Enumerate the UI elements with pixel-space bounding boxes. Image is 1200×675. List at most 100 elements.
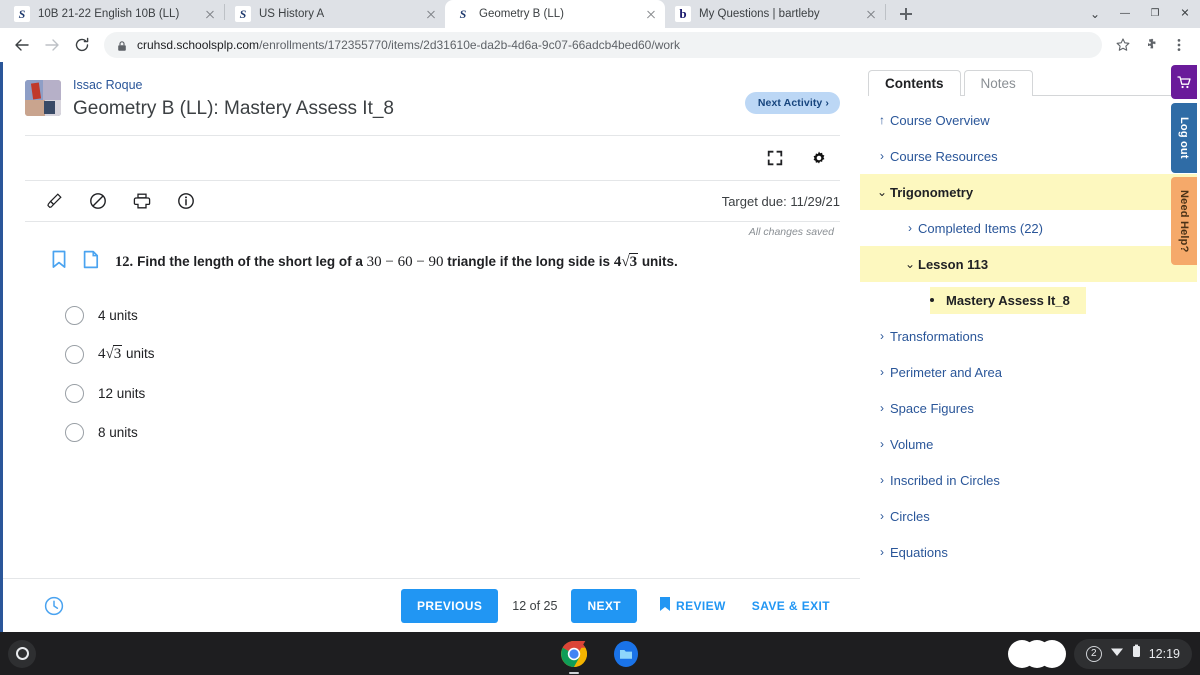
question-header: 12. Find the length of the short leg of a…: [51, 250, 830, 274]
toolbar-actions: [1108, 32, 1192, 58]
logout-label: Log out: [1178, 117, 1190, 159]
answer-option-2[interactable]: 12 units: [65, 374, 830, 413]
browser-tab-0[interactable]: S 10B 21-22 English 10B (LL): [4, 0, 224, 28]
question-text: 12. Find the length of the short leg of a…: [115, 250, 678, 274]
clock-icon[interactable]: [43, 595, 65, 617]
close-icon[interactable]: [643, 6, 659, 22]
minimize-icon[interactable]: —: [1110, 0, 1140, 28]
radio-button[interactable]: [65, 423, 84, 443]
page-counter: 12 of 25: [512, 598, 558, 613]
highlighter-icon[interactable]: [43, 190, 65, 212]
bookmark-outline-icon[interactable]: [51, 250, 69, 270]
previous-button[interactable]: PREVIOUS: [401, 588, 499, 623]
annotation-tools: [43, 190, 722, 212]
browser-toolbar: cruhsd.schoolsplp.com/enrollments/172355…: [0, 28, 1200, 62]
answer-option-label: 4√3 units: [98, 345, 155, 363]
browser-window: S 10B 21-22 English 10B (LL) S US Histor…: [0, 0, 1200, 632]
fullscreen-icon[interactable]: [764, 147, 786, 169]
sidebar-item-space-figures[interactable]: › Space Figures: [860, 390, 1197, 426]
tab-notes[interactable]: Notes: [963, 70, 1033, 96]
radio-button[interactable]: [65, 345, 84, 365]
chevron-right-icon: ›: [880, 365, 884, 379]
forward-arrow-icon[interactable]: [38, 31, 66, 59]
sidebar-item-trigonometry[interactable]: ⌄ Trigonometry: [860, 174, 1197, 210]
chrome-icon[interactable]: [559, 639, 589, 674]
answer-option-0[interactable]: 4 units: [65, 296, 830, 335]
chromeos-shelf: 2 12:19: [0, 632, 1200, 675]
radio-button[interactable]: [65, 306, 84, 326]
close-icon[interactable]: [202, 6, 218, 22]
clear-highlight-icon[interactable]: [87, 190, 109, 212]
maximize-icon[interactable]: ❐: [1140, 0, 1170, 28]
need-help-tab[interactable]: Need Help?: [1171, 177, 1197, 265]
question-number: 12.: [115, 254, 134, 271]
tab-divider: [885, 4, 886, 20]
sidebar-item-volume[interactable]: › Volume: [860, 426, 1197, 462]
clock-time: 12:19: [1148, 646, 1180, 661]
sidebar-item-equations[interactable]: › Equations: [860, 534, 1197, 570]
puzzle-piece-icon[interactable]: [1138, 32, 1164, 58]
review-button[interactable]: REVIEW: [659, 596, 726, 615]
tab-title: Geometry B (LL): [479, 8, 564, 20]
sidebar-item-label: Perimeter and Area: [890, 364, 1003, 380]
browser-tab-3[interactable]: b My Questions | bartleby: [665, 0, 885, 28]
url-text: cruhsd.schoolsplp.com/enrollments/172355…: [137, 38, 680, 52]
table-of-contents: ↑ Course Overview › Course Resources ⌄ T…: [860, 96, 1197, 570]
chevron-right-icon: ›: [880, 329, 884, 343]
math-sqrt: 4√3: [98, 345, 123, 363]
browser-tab-2-active[interactable]: S Geometry B (LL): [445, 0, 665, 28]
sidebar-item-mastery-assess-it-8[interactable]: Mastery Assess It_8: [860, 282, 1197, 318]
launcher-icon[interactable]: [8, 639, 36, 668]
tab-strip: S 10B 21-22 English 10B (LL) S US Histor…: [0, 0, 1200, 28]
answer-option-3[interactable]: 8 units: [65, 413, 830, 452]
close-icon[interactable]: [863, 6, 879, 22]
sidebar-item-course-overview[interactable]: ↑ Course Overview: [860, 102, 1197, 138]
bookmark-star-icon[interactable]: [1110, 32, 1136, 58]
sidebar-item-label: Mastery Assess It_8: [946, 292, 1070, 308]
lock-icon: [116, 39, 128, 51]
sidebar-item-completed-items[interactable]: › Completed Items (22): [860, 210, 1197, 246]
radio-button[interactable]: [65, 384, 84, 404]
bartleby-icon: b: [675, 6, 691, 22]
notification-avatars[interactable]: [1007, 639, 1066, 669]
user-name[interactable]: Issac Roque: [73, 76, 745, 95]
annotation-toolbar: Target due: 11/29/21: [3, 181, 860, 221]
three-dot-menu-icon[interactable]: [1166, 32, 1192, 58]
save-and-exit-button[interactable]: SAVE & EXIT: [752, 599, 830, 613]
tab-contents[interactable]: Contents: [868, 70, 961, 96]
sidebar-item-perimeter-and-area[interactable]: › Perimeter and Area: [860, 354, 1197, 390]
review-label: REVIEW: [676, 598, 726, 613]
math-sqrt: 4√3: [613, 253, 639, 271]
files-icon[interactable]: [611, 639, 641, 669]
status-tray[interactable]: 2 12:19: [1073, 638, 1192, 669]
answer-option-label: 12 units: [98, 386, 146, 402]
save-status: All changes saved: [748, 226, 834, 239]
answer-option-1[interactable]: 4√3 units: [65, 335, 830, 374]
sidebar-item-lesson-113[interactable]: ⌄ Lesson 113: [860, 246, 1197, 282]
sidebar-item-inscribed-in-circles[interactable]: › Inscribed in Circles: [860, 462, 1197, 498]
sidebar-item-course-resources[interactable]: › Course Resources: [860, 138, 1197, 174]
next-button[interactable]: NEXT: [571, 588, 638, 623]
close-icon[interactable]: [423, 6, 439, 22]
logout-tab[interactable]: Log out: [1171, 103, 1197, 173]
sidebar-item-transformations[interactable]: › Transformations: [860, 318, 1197, 354]
battery-icon: [1132, 644, 1141, 663]
sidebar-item-circles[interactable]: › Circles: [860, 498, 1197, 534]
info-icon[interactable]: [175, 190, 197, 212]
browser-tab-1[interactable]: S US History A: [225, 0, 445, 28]
print-icon[interactable]: [131, 190, 153, 212]
new-tab-button[interactable]: [892, 0, 920, 28]
note-page-icon[interactable]: [83, 250, 101, 270]
address-bar[interactable]: cruhsd.schoolsplp.com/enrollments/172355…: [104, 32, 1102, 58]
back-arrow-icon[interactable]: [8, 31, 36, 59]
tab-search-icon[interactable]: ⌄: [1080, 0, 1110, 28]
reload-icon[interactable]: [68, 31, 96, 59]
sidebar-item-label: Inscribed in Circles: [890, 472, 1000, 488]
chevron-down-icon: ⌄: [876, 185, 888, 199]
settings-gear-icon[interactable]: [808, 147, 830, 169]
next-activity-button[interactable]: Next Activity ›: [744, 92, 840, 114]
cart-icon[interactable]: [1171, 65, 1197, 99]
sidebar-item-label: Transformations: [890, 328, 984, 344]
sidebar-tabs: Contents Notes: [860, 62, 1197, 96]
close-window-icon[interactable]: ✕: [1170, 0, 1200, 28]
